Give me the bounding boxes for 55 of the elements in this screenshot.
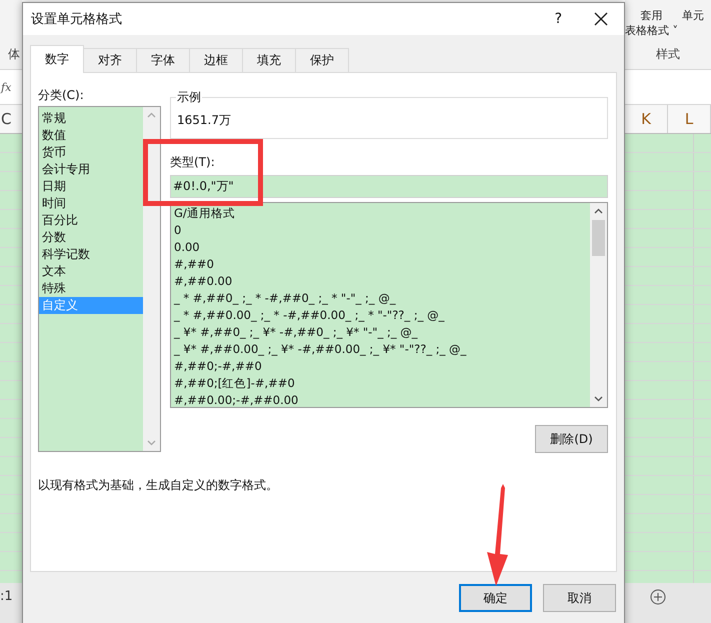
ribbon-group-label: 样式 (656, 46, 680, 63)
category-item[interactable]: 特殊 (39, 280, 143, 297)
category-item[interactable]: 时间 (39, 195, 143, 212)
format-item[interactable]: _ * #,##0.00_ ;_ * -#,##0.00_ ;_ * "-"??_ ;_ @_ (171, 307, 590, 324)
category-item[interactable]: 文本 (39, 263, 143, 280)
formula-label: fx (0, 80, 12, 94)
add-sheet-icon[interactable] (650, 589, 666, 605)
tab[interactable]: 对齐 (84, 48, 137, 72)
format-item[interactable]: #,##0.00 (171, 273, 590, 290)
window-title: 设置单元格格式 (31, 11, 123, 28)
format-item[interactable]: #,##0;-#,##0 (171, 358, 590, 375)
category-item[interactable]: 分数 (39, 229, 143, 246)
description-text: 以现有格式为基础，生成自定义的数字格式。 (38, 477, 279, 494)
ok-button[interactable]: 确定 (459, 584, 532, 612)
tab[interactable]: 保护 (296, 48, 349, 72)
tab[interactable]: 填充 (243, 48, 296, 72)
category-item[interactable]: 会计专用 (39, 161, 143, 178)
cancel-button[interactable]: 取消 (543, 584, 616, 612)
tab[interactable]: 数字 (30, 45, 84, 73)
ribbon-group-label: 体 (8, 46, 20, 63)
format-item[interactable]: _ ¥* #,##0_ ;_ ¥* -#,##0_ ;_ ¥* "-"_ ;_ @_ (171, 324, 590, 341)
category-item[interactable]: 科学记数 (39, 246, 143, 263)
category-label: 分类(C): (38, 87, 85, 104)
help-button[interactable]: ? (554, 11, 562, 27)
format-item[interactable]: 0 (171, 222, 590, 239)
scrollbar[interactable] (590, 203, 607, 407)
format-item[interactable]: _ * #,##0_ ;_ * -#,##0_ ;_ * "-"_ ;_ @_ (171, 290, 590, 307)
category-item[interactable]: 日期 (39, 178, 143, 195)
scroll-thumb[interactable] (592, 220, 605, 256)
column-header: L (668, 105, 711, 133)
category-item[interactable]: 货币 (39, 144, 143, 161)
category-item[interactable]: 数值 (39, 127, 143, 144)
close-icon[interactable] (594, 12, 608, 26)
type-label: 类型(T): (170, 154, 216, 171)
sample-label: 示例 (176, 89, 202, 106)
format-item[interactable]: G/通用格式 (171, 205, 590, 222)
format-item[interactable]: 0.00 (171, 239, 590, 256)
scroll-up-icon[interactable] (594, 208, 603, 214)
tab[interactable]: 字体 (137, 48, 190, 72)
format-item[interactable]: #,##0;[红色]-#,##0 (171, 375, 590, 392)
category-item[interactable]: 百分比 (39, 212, 143, 229)
scroll-down-icon[interactable] (594, 396, 603, 402)
sheet-tab-label[interactable]: :1 (0, 589, 13, 604)
ribbon-button[interactable]: 套用 表格格式 ˅ (625, 8, 678, 38)
category-item[interactable]: 常规 (39, 110, 143, 127)
delete-button[interactable]: 删除(D) (535, 425, 608, 453)
column-header: K (625, 105, 668, 133)
ribbon-button[interactable]: 单元 (682, 8, 704, 38)
sample-value: 1651.7万 (177, 113, 231, 127)
format-item[interactable]: _ ¥* #,##0.00_ ;_ ¥* -#,##0.00_ ;_ ¥* "-"??_ ;_ @_ (171, 341, 590, 358)
tab[interactable]: 边框 (190, 48, 243, 72)
format-item[interactable]: #,##0 (171, 256, 590, 273)
format-item[interactable]: #,##0.00;-#,##0.00 (171, 392, 590, 409)
column-header: C (0, 105, 22, 134)
type-input-field[interactable]: #0!.0,"万" (170, 175, 608, 198)
